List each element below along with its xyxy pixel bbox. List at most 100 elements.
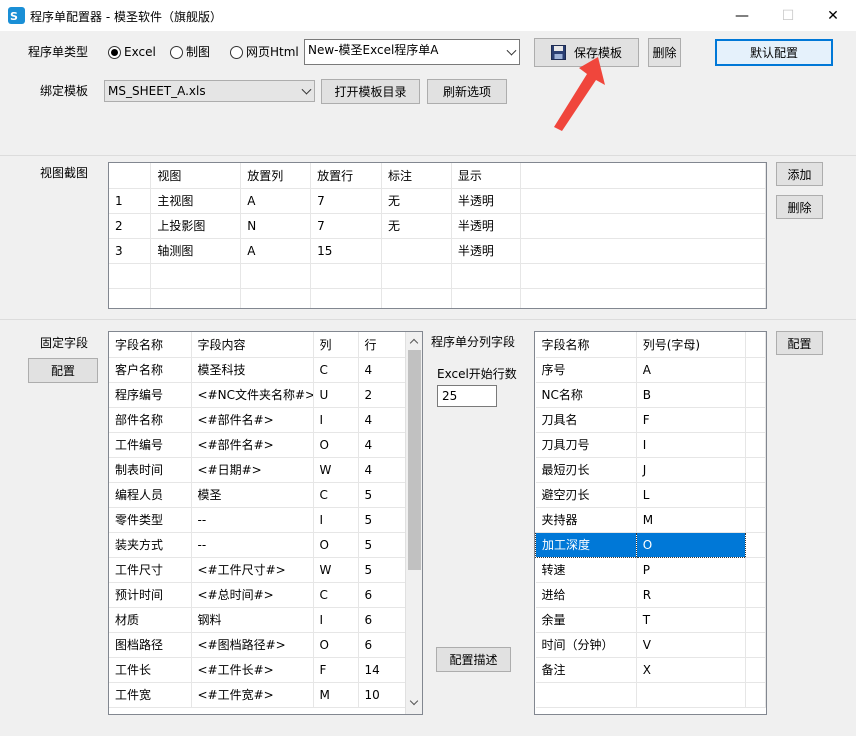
table-cell[interactable]: 最短刃长 [535,457,637,483]
radio-html-indicator[interactable] [230,45,243,59]
table-cell[interactable]: F [313,657,359,683]
table-cell[interactable]: <#总时间#> [191,582,314,608]
table-row[interactable]: 1 主视图 A 7 无半透明 [109,188,766,214]
table-cell[interactable]: 装夹方式 [109,532,192,558]
table-cell[interactable] [150,263,242,289]
table-cell[interactable]: M [636,507,747,533]
default-config-button[interactable]: 默认配置 [715,39,833,66]
table-cell[interactable]: 客户名称 [109,357,192,383]
table-cell[interactable]: 部件名称 [109,407,192,433]
table-cell[interactable]: 工件尺寸 [109,557,192,583]
table-cell[interactable] [381,263,452,289]
table-cell[interactable] [535,682,637,708]
radio-drawing[interactable]: 制图 [170,44,210,60]
table-cell[interactable]: <#工件尺寸#> [191,557,314,583]
table-row[interactable]: 预计时间 <#总时间#> C 6 [109,582,407,608]
table-cell[interactable]: 时间（分钟） [535,632,637,658]
table-row[interactable]: 时间（分钟） V [535,632,766,658]
table-cell[interactable] [520,288,766,308]
table-cell[interactable]: <#部件名#> [191,432,314,458]
table-cell[interactable] [745,482,766,508]
table-cell[interactable]: 模圣 [191,482,314,508]
table-cell[interactable] [745,357,766,383]
table-cell[interactable]: 无 [381,213,452,239]
table-cell[interactable]: 4 [358,357,407,383]
table-cell[interactable]: 轴测图 [150,238,242,264]
table-cell[interactable]: 工件编号 [109,432,192,458]
table-cell[interactable]: U [313,382,359,408]
table-cell[interactable]: C [313,482,359,508]
table-row[interactable] [535,682,766,708]
table-row[interactable]: 余量 T [535,607,766,633]
table-cell[interactable] [520,213,766,239]
table-cell[interactable]: P [636,557,747,583]
table-cell[interactable]: -- [191,507,314,533]
table-cell[interactable] [745,532,766,558]
table-cell[interactable]: 3 [109,238,152,264]
table-cell[interactable] [745,607,766,633]
table-cell[interactable]: A [636,357,747,383]
table-cell[interactable]: I [636,432,747,458]
table-cell[interactable] [636,682,747,708]
fixed-config-button[interactable]: 配置 [28,358,98,383]
table-cell[interactable]: 15 [310,238,383,264]
template-combo[interactable]: New-模圣Excel程序单A [304,39,520,65]
table-cell[interactable]: 10 [358,682,407,708]
table-row[interactable]: 转速 P [535,557,766,583]
table-row[interactable]: 刀具名 F [535,407,766,433]
table-row[interactable]: 避空刃长 L [535,482,766,508]
table-cell[interactable]: 程序编号 [109,382,192,408]
table-cell[interactable]: 预计时间 [109,582,192,608]
table-cell[interactable]: 4 [358,432,407,458]
table-cell[interactable]: C [313,357,359,383]
table-cell[interactable] [745,407,766,433]
table-row[interactable]: 夹持器 M [535,507,766,533]
table-cell[interactable] [109,263,152,289]
columns-grid[interactable]: 字段名称 列号(字母) 序号 A NC名称 B 刀具名 F 刀具刀号 I 最短刃长 J 避空刃长 L 夹持器… [534,331,767,715]
table-cell[interactable]: 5 [358,507,407,533]
table-cell[interactable]: 半透明 [451,238,521,264]
table-row[interactable] [109,288,766,308]
table-row[interactable]: 加工深度 O [535,531,766,558]
table-cell[interactable]: 材质 [109,607,192,633]
table-cell[interactable] [745,557,766,583]
table-cell[interactable]: 避空刃长 [535,482,637,508]
table-cell[interactable]: J [636,457,747,483]
table-cell[interactable]: 上投影图 [150,213,242,239]
table-cell[interactable]: I [313,407,359,433]
table-cell[interactable] [745,457,766,483]
table-cell[interactable]: 2 [109,213,152,239]
table-row[interactable]: 材质 钢料 I 6 [109,607,407,633]
table-cell[interactable]: 工件宽 [109,682,192,708]
add-view-button[interactable]: 添加 [776,162,823,186]
table-cell[interactable]: 制表时间 [109,457,192,483]
maximize-button[interactable]: ☐ [765,0,811,31]
table-cell[interactable]: 钢料 [191,607,314,633]
table-cell[interactable]: <#日期#> [191,457,314,483]
table-row[interactable] [109,263,766,289]
table-cell[interactable]: A [240,188,312,214]
delete-template-button[interactable]: 删除 [648,38,681,67]
views-grid[interactable]: 视图 放置列 放置行 标注 显示 1 主视图 A 7 无半透明 2 上投影图 N 7 无半透明 3 轴测图 A 15… [108,162,767,309]
table-cell[interactable]: 余量 [535,607,637,633]
table-cell[interactable]: 4 [358,457,407,483]
minimize-button[interactable]: — [719,0,765,31]
table-row[interactable]: 刀具刀号 I [535,432,766,458]
table-cell[interactable]: 工件长 [109,657,192,683]
columns-config-button[interactable]: 配置 [776,331,823,355]
table-cell[interactable] [520,238,766,264]
table-cell[interactable]: V [636,632,747,658]
radio-excel[interactable]: Excel [108,44,156,60]
table-row[interactable]: 工件编号 <#部件名#> O 4 [109,432,407,458]
table-cell[interactable]: B [636,382,747,408]
close-button[interactable]: ✕ [810,0,856,31]
table-cell[interactable] [451,263,521,289]
template-file-combo[interactable]: MS_SHEET_A.xls [104,80,315,102]
table-row[interactable]: 制表时间 <#日期#> W 4 [109,457,407,483]
table-cell[interactable]: 零件类型 [109,507,192,533]
table-cell[interactable]: NC名称 [535,382,637,408]
table-cell[interactable]: O [313,632,359,658]
table-row[interactable]: 序号 A [535,357,766,383]
table-cell[interactable] [745,582,766,608]
scroll-up-icon[interactable] [409,338,419,348]
